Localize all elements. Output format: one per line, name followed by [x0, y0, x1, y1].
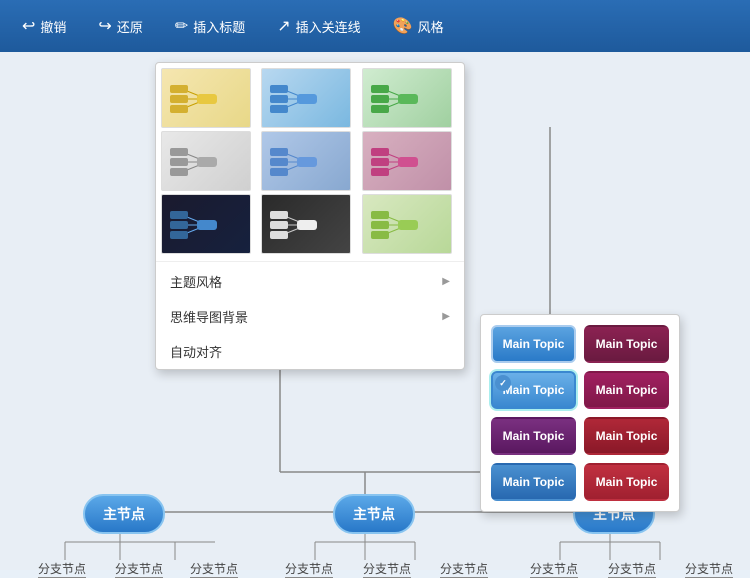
redo-button[interactable]: ↪ 还原: [86, 10, 154, 42]
content-area: 主题风格 ▶ 思维导图背景 ▶ 自动对齐 Main Topic Main Top…: [0, 52, 750, 570]
theme-thumb-2[interactable]: [261, 68, 351, 128]
topic-style-4[interactable]: Main Topic: [584, 371, 669, 409]
theme-thumb-3[interactable]: [362, 68, 452, 128]
branch-node-9[interactable]: 分支节点: [685, 560, 733, 578]
auto-align-label: 自动对齐: [170, 342, 222, 361]
arrow-icon-1: ▶: [442, 276, 450, 287]
redo-label: 还原: [117, 17, 143, 36]
insert-relation-button[interactable]: ↗ 插入关连线: [265, 10, 372, 42]
topic-style-panel: Main Topic Main Topic ✓ Main Topic Main …: [480, 314, 680, 512]
mindmap-bg-label: 思维导图背景: [170, 307, 248, 326]
topic-style-2[interactable]: Main Topic: [584, 325, 669, 363]
thumbnail-grid: [156, 63, 464, 259]
main-node-left-label: 主节点: [103, 506, 145, 522]
branch-node-4-label: 分支节点: [285, 562, 333, 576]
theme-thumb-5[interactable]: [261, 131, 351, 191]
undo-label: 撤销: [40, 17, 66, 36]
topic-style-7[interactable]: Main Topic: [491, 463, 576, 501]
toolbar: ↩ 撤销 ↪ 还原 ✏ 插入标题 ↗ 插入关连线 🎨 风格: [0, 0, 750, 52]
theme-thumb-9[interactable]: [362, 194, 452, 254]
style-panel: 主题风格 ▶ 思维导图背景 ▶ 自动对齐: [155, 62, 465, 370]
arrow-icon-2: ▶: [442, 311, 450, 322]
branch-node-4[interactable]: 分支节点: [285, 560, 333, 578]
insert-label-button[interactable]: ✏ 插入标题: [163, 10, 257, 42]
topic-style-6[interactable]: Main Topic: [584, 417, 669, 455]
theme-thumb-4[interactable]: [161, 131, 251, 191]
branch-node-1-label: 分支节点: [38, 562, 86, 576]
theme-thumb-6[interactable]: [362, 131, 452, 191]
topic-style-5[interactable]: Main Topic: [491, 417, 576, 455]
theme-style-label: 主题风格: [170, 272, 222, 291]
branch-node-3-label: 分支节点: [190, 562, 238, 576]
branch-node-8-label: 分支节点: [608, 562, 656, 576]
branch-node-6-label: 分支节点: [440, 562, 488, 576]
branch-node-7-label: 分支节点: [530, 562, 578, 576]
branch-node-7[interactable]: 分支节点: [530, 560, 578, 578]
style-button[interactable]: 🎨 风格: [381, 10, 456, 42]
arrow-icon: ↗: [277, 16, 290, 36]
selected-checkmark: ✓: [495, 375, 511, 391]
style-label: 风格: [418, 17, 444, 36]
theme-thumb-7[interactable]: [161, 194, 251, 254]
branch-node-5[interactable]: 分支节点: [363, 560, 411, 578]
branch-node-6[interactable]: 分支节点: [440, 560, 488, 578]
menu-auto-align[interactable]: 自动对齐: [156, 334, 464, 369]
main-node-center[interactable]: 主节点: [333, 494, 415, 534]
palette-icon: 🎨: [393, 16, 413, 36]
topic-style-3[interactable]: ✓ Main Topic: [491, 371, 576, 409]
menu-mindmap-bg[interactable]: 思维导图背景 ▶: [156, 299, 464, 334]
theme-thumb-8[interactable]: [261, 194, 351, 254]
main-node-center-label: 主节点: [353, 506, 395, 522]
branch-node-8[interactable]: 分支节点: [608, 560, 656, 578]
topic-style-grid: Main Topic Main Topic ✓ Main Topic Main …: [491, 325, 669, 501]
branch-node-5-label: 分支节点: [363, 562, 411, 576]
redo-icon: ↪: [98, 16, 111, 36]
edit-icon: ✏: [175, 16, 188, 36]
menu-theme-style[interactable]: 主题风格 ▶: [156, 264, 464, 299]
branch-node-2-label: 分支节点: [115, 562, 163, 576]
branch-node-1[interactable]: 分支节点: [38, 560, 86, 578]
branch-node-9-label: 分支节点: [685, 562, 733, 576]
branch-node-2[interactable]: 分支节点: [115, 560, 163, 578]
undo-icon: ↩: [22, 16, 35, 36]
divider-1: [156, 261, 464, 262]
topic-style-1[interactable]: Main Topic: [491, 325, 576, 363]
main-node-left[interactable]: 主节点: [83, 494, 165, 534]
undo-button[interactable]: ↩ 撤销: [10, 10, 78, 42]
theme-thumb-1[interactable]: [161, 68, 251, 128]
topic-style-8[interactable]: Main Topic: [584, 463, 669, 501]
insert-relation-text: 插入关连线: [296, 17, 361, 36]
branch-node-3[interactable]: 分支节点: [190, 560, 238, 578]
insert-label-text: 插入标题: [193, 17, 245, 36]
